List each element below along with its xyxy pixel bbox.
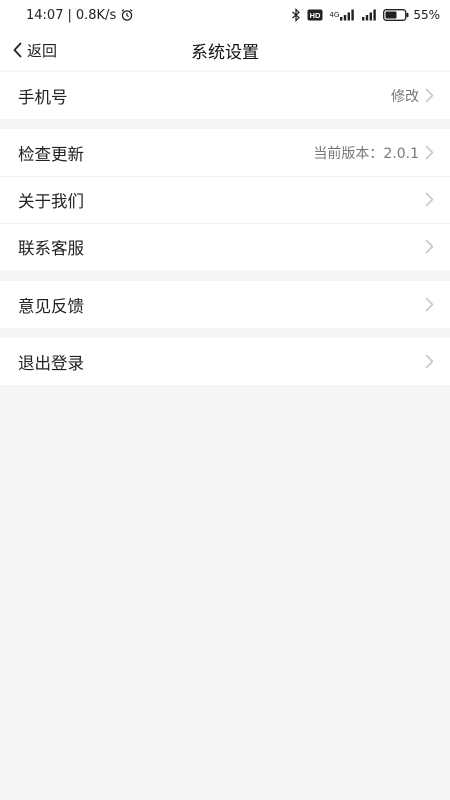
network-tag: 4G [329,10,340,19]
chevron-right-icon [425,239,434,254]
status-separator: | [67,7,72,23]
settings-group-logout: 退出登录 [0,338,450,385]
chevron-left-icon [12,42,23,58]
row-logout[interactable]: 退出登录 [0,338,450,385]
row-value: 当前版本：2.0.1 [313,145,419,162]
signal-icon [361,9,377,21]
row-label: 检查更新 [18,144,84,164]
row-check-update[interactable]: 检查更新 当前版本：2.0.1 [0,129,450,176]
chevron-right-icon [425,354,434,369]
row-label: 退出登录 [18,353,84,373]
row-feedback[interactable]: 意见反馈 [0,281,450,328]
page-title: 系统设置 [191,42,259,63]
chevron-right-icon [425,88,434,103]
status-bar: 14:07 | 0.8K/s HD 4G 55% [0,0,450,30]
back-label: 返回 [27,41,58,60]
bluetooth-icon [291,8,301,22]
hd-tag: HD [310,11,321,20]
alarm-icon [120,8,134,22]
nav-header: 返回 系统设置 [0,30,450,70]
settings-group-feedback: 意见反馈 [0,281,450,328]
chevron-right-icon [425,192,434,207]
status-time: 14:07 [26,7,64,23]
row-label: 联系客服 [18,238,84,258]
row-contact-support[interactable]: 联系客服 [0,223,450,270]
battery-percent: 55% [413,8,440,22]
chevron-right-icon [425,145,434,160]
row-value: 修改 [391,88,419,105]
status-net-speed: 0.8K/s [75,7,117,23]
back-button[interactable]: 返回 [12,30,57,70]
row-label: 意见反馈 [18,296,84,316]
row-phone-number[interactable]: 手机号 修改 [0,72,450,119]
row-label: 手机号 [18,87,68,107]
row-about-us[interactable]: 关于我们 [0,176,450,223]
battery-icon [383,9,409,21]
settings-group-app: 检查更新 当前版本：2.0.1 关于我们 联系客服 [0,129,450,270]
hd-icon: HD [307,9,323,21]
signal-4g-icon: 4G [329,9,355,21]
row-label: 关于我们 [18,191,84,211]
chevron-right-icon [425,297,434,312]
settings-group-phone: 手机号 修改 [0,72,450,119]
